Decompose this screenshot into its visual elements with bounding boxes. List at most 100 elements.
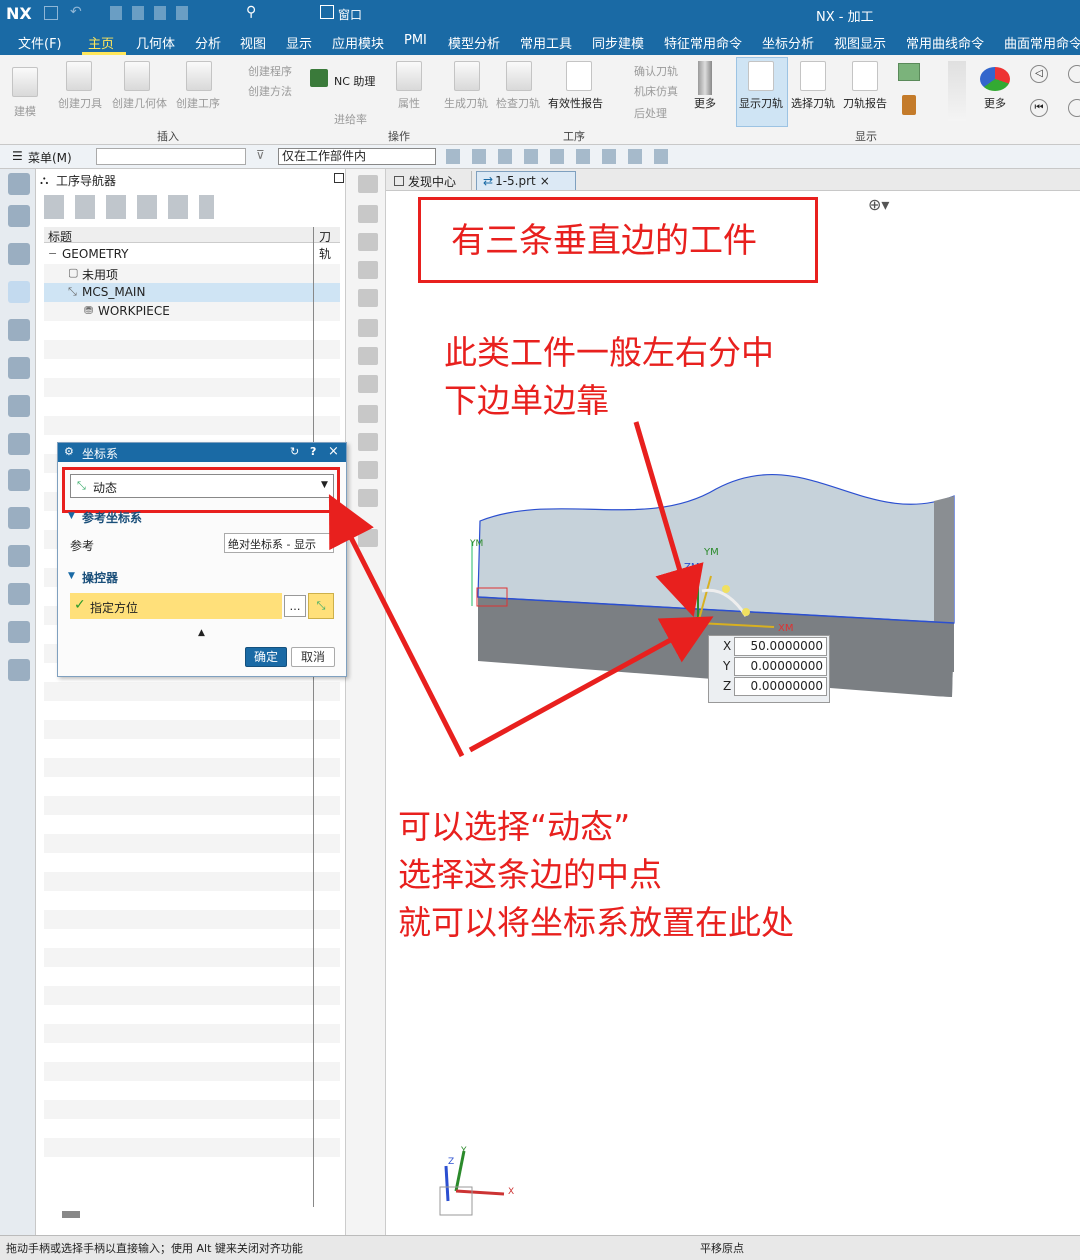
specify-orient-row[interactable]: ✓ 指定方位	[70, 593, 282, 619]
quick-access-icons[interactable]	[110, 6, 190, 20]
last-view-icon[interactable]	[1068, 99, 1080, 117]
paint-icon[interactable]	[902, 95, 916, 115]
display-icon[interactable]	[898, 63, 920, 81]
csys-manip-button[interactable]: ⤡	[308, 593, 334, 619]
resource-tab-icon[interactable]	[8, 545, 30, 567]
view-tool-icon[interactable]	[358, 205, 378, 223]
resource-tab-icon[interactable]	[8, 659, 30, 681]
menu-item-13[interactable]: 视图显示	[834, 33, 886, 52]
view-tool-icon[interactable]	[358, 347, 378, 365]
show-toolpath-icon[interactable]	[748, 61, 774, 91]
tab-discover[interactable]: 发现中心	[388, 171, 472, 190]
tab-part[interactable]: ⇄ 1-5.prt ×	[476, 171, 576, 190]
menu-item-9[interactable]: 常用工具	[520, 33, 572, 52]
view-tool-icon[interactable]	[358, 233, 378, 251]
touch-icon[interactable]: ⚲	[246, 4, 256, 20]
next-view-icon[interactable]	[1068, 65, 1080, 83]
menu-item-3[interactable]: 分析	[195, 33, 221, 52]
view-tool-icon[interactable]	[358, 489, 378, 507]
resource-tab-icon[interactable]	[8, 433, 30, 455]
coord-input-y[interactable]: 0.00000000	[734, 657, 827, 676]
scope-filter-select[interactable]: 仅在工作部件内	[278, 148, 436, 165]
properties-button[interactable]: 属性	[398, 95, 420, 111]
resource-tab-icon[interactable]	[8, 395, 30, 417]
validity-report-icon[interactable]	[566, 61, 592, 91]
menu-item-6[interactable]: 应用模块	[332, 33, 384, 52]
more-button-1[interactable]: 更多	[694, 95, 716, 111]
feed-rate-button[interactable]: 进给率	[334, 111, 367, 127]
resource-tab-icon[interactable]	[8, 319, 30, 341]
menu-item-10[interactable]: 同步建模	[592, 33, 644, 52]
menu-item-2[interactable]: 几何体	[136, 33, 175, 52]
post-process-button[interactable]: 后处理	[634, 105, 667, 121]
create-operation-icon[interactable]	[186, 61, 212, 91]
resource-tab-icon[interactable]	[8, 205, 30, 227]
show-toolpath-button[interactable]: 显示刀轨	[739, 95, 783, 111]
build-icon[interactable]	[12, 67, 38, 97]
column-title[interactable]: 标题	[48, 228, 72, 245]
menu-item-1[interactable]: 主页	[88, 33, 114, 52]
view-tool-icon[interactable]	[358, 261, 378, 279]
view-tool-icon[interactable]	[358, 433, 378, 451]
menu-item-7[interactable]: PMI	[404, 33, 427, 48]
generate-toolpath-button[interactable]: 生成刀轨	[444, 95, 488, 111]
tree-item[interactable]: ⛃ WORKPIECE	[44, 302, 340, 321]
tree-item[interactable]: ⤡ MCS_MAIN	[44, 283, 340, 302]
reset-icon[interactable]: ↻	[290, 445, 299, 458]
select-toolpath-button[interactable]: 选择刀轨	[791, 95, 835, 111]
resource-tab-icon[interactable]	[8, 469, 30, 491]
view-tool-icon[interactable]	[358, 319, 378, 337]
save-icon[interactable]	[44, 6, 58, 20]
create-tool-button[interactable]: 创建刀具	[58, 95, 102, 111]
tab-close-icon[interactable]: ×	[540, 174, 550, 188]
view-tool-icon[interactable]	[358, 375, 378, 393]
create-tool-icon[interactable]	[66, 61, 92, 91]
view-tool-icon[interactable]	[358, 289, 378, 307]
dialog-close-icon[interactable]: ×	[328, 444, 339, 459]
menu-item-11[interactable]: 特征常用命令	[664, 33, 742, 52]
resource-tab-icon[interactable]	[8, 621, 30, 643]
more-button-2[interactable]: 更多	[984, 95, 1006, 111]
collapse-manip-icon[interactable]: ▼	[68, 571, 75, 581]
scrollbar-thumb[interactable]	[62, 1211, 80, 1218]
expand-up-icon[interactable]: ▲	[198, 628, 205, 638]
rotate-ball-1[interactable]	[722, 585, 730, 593]
ref-select[interactable]: 绝对坐标系 - 显示	[224, 533, 334, 553]
create-operation-button[interactable]: 创建工序	[176, 95, 220, 111]
menu-item-12[interactable]: 坐标分析	[762, 33, 814, 52]
menu-item-14[interactable]: 常用曲线命令	[906, 33, 984, 52]
tree-item[interactable]: ▢ 未用项	[44, 264, 340, 283]
navigator-toolbar[interactable]	[44, 195, 214, 219]
create-geometry-icon[interactable]	[124, 61, 150, 91]
nc-assistant-button[interactable]: NC 助理	[334, 73, 375, 89]
coord-input-z[interactable]: 0.00000000	[734, 677, 827, 696]
prev-view-icon[interactable]: ◁	[1030, 65, 1048, 83]
cancel-button[interactable]: 取消	[291, 647, 335, 667]
view-tool-icon[interactable]	[358, 529, 378, 547]
type-filter-select[interactable]	[96, 148, 246, 165]
create-geometry-button[interactable]: 创建几何体	[112, 95, 167, 111]
confirm-toolpath-button[interactable]: 确认刀轨	[634, 63, 678, 79]
rotate-ball-2[interactable]	[742, 608, 750, 616]
toolpath-report-icon[interactable]	[852, 61, 878, 91]
build-button[interactable]: 建模	[14, 103, 36, 119]
collapse-ref-icon[interactable]: ▼	[68, 511, 75, 521]
machine-sim-button[interactable]: 机床仿真	[634, 83, 678, 99]
point-dialog-button[interactable]: …	[284, 595, 306, 617]
create-method-button[interactable]: 创建方法	[248, 83, 292, 99]
view-tool-icon[interactable]	[358, 461, 378, 479]
verify-toolpath-button[interactable]: 检查刀轨	[496, 95, 540, 111]
help-icon[interactable]: ?	[310, 445, 316, 458]
properties-icon[interactable]	[396, 61, 422, 91]
section-ref-title[interactable]: 参考坐标系	[82, 509, 142, 526]
toolpath-report-button[interactable]: 刀轨报告	[843, 95, 887, 111]
section-manip-title[interactable]: 操控器	[82, 569, 118, 586]
view-tool-icon[interactable]	[358, 175, 378, 193]
first-view-icon[interactable]: ⏮	[1030, 99, 1048, 117]
tree-item[interactable]: − GEOMETRY	[44, 245, 340, 264]
graphics-viewport[interactable]: YM ZM XM YM Y Z X ⊕▾ X 50.0000000 Y 0.00000…	[386, 191, 1080, 1235]
resource-tab-icon[interactable]	[8, 583, 30, 605]
ok-button[interactable]: 确定	[245, 647, 287, 667]
generate-toolpath-icon[interactable]	[454, 61, 480, 91]
view-tool-icon[interactable]	[358, 405, 378, 423]
